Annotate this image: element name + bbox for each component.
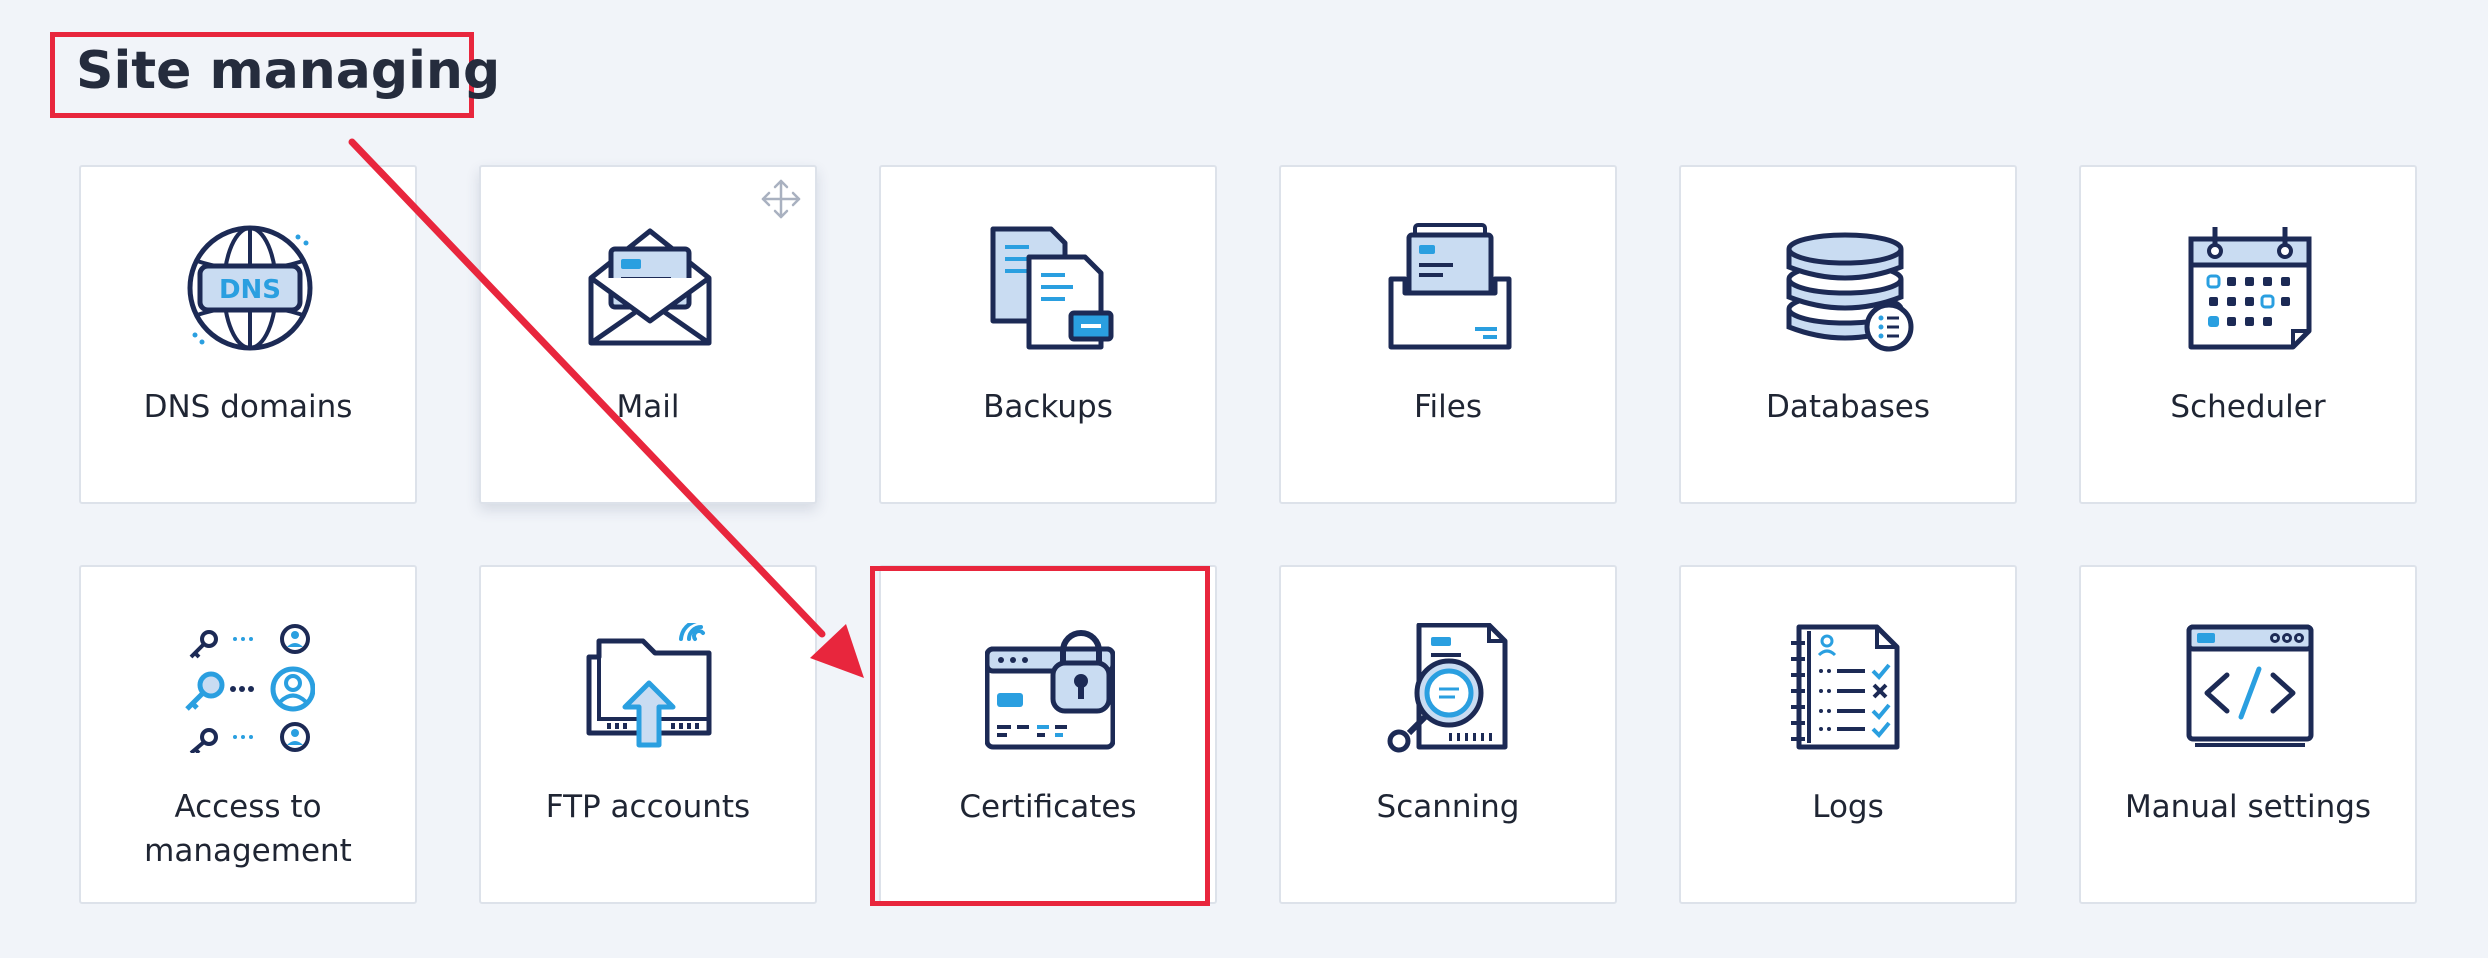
document-magnifier-icon xyxy=(1387,623,1508,753)
folder-files-icon xyxy=(1388,223,1512,350)
page-title: Site managing xyxy=(76,41,501,101)
tile-label: Backups xyxy=(983,389,1113,425)
calendar-icon xyxy=(2188,227,2312,350)
tile-label: Files xyxy=(1413,389,1483,425)
tile-access-to-management[interactable]: Access to management xyxy=(79,565,417,904)
tile-scheduler[interactable]: Scheduler xyxy=(2079,165,2417,504)
access-keys-users-icon xyxy=(185,624,315,753)
database-icon xyxy=(1786,232,1914,352)
ftp-upload-folder-icon xyxy=(586,623,712,748)
tile-databases[interactable]: Databases xyxy=(1679,165,2017,504)
tile-label: Scanning xyxy=(1376,789,1520,825)
log-notebook-icon xyxy=(1791,624,1900,750)
dns-globe-icon: DNS xyxy=(187,225,313,351)
tile-backups[interactable]: Backups xyxy=(879,165,1217,504)
mail-envelope-icon xyxy=(588,228,712,346)
tile-ftp-accounts[interactable]: FTP accounts xyxy=(479,565,817,904)
tile-logs[interactable]: Logs xyxy=(1679,565,2017,904)
certificate-lock-icon xyxy=(985,630,1115,750)
tile-label: Certificates xyxy=(959,789,1137,825)
tile-dns-domains[interactable]: DNS DNS domains xyxy=(79,165,417,504)
tile-scanning[interactable]: Scanning xyxy=(1279,565,1617,904)
tiles-grid: DNS DNS domains Mail Backups Files Datab… xyxy=(79,165,2417,904)
tile-manual-settings[interactable]: Manual settings xyxy=(2079,565,2417,904)
tile-label: FTP accounts xyxy=(545,789,751,825)
tile-label: Access to management xyxy=(144,789,352,869)
tile-certificates[interactable]: Certificates xyxy=(879,565,1217,904)
move-arrows-icon[interactable] xyxy=(759,177,803,221)
dns-icon-text: DNS xyxy=(219,275,281,305)
tile-mail[interactable]: Mail xyxy=(479,165,817,504)
tile-label: Logs xyxy=(1812,789,1884,825)
code-window-icon xyxy=(2186,624,2314,747)
tile-label: DNS domains xyxy=(143,389,353,425)
tile-label: Databases xyxy=(1765,389,1931,425)
backup-documents-icon xyxy=(990,226,1114,350)
tile-label: Mail xyxy=(616,389,680,425)
tile-label: Scheduler xyxy=(2170,389,2326,425)
tile-label: Manual settings xyxy=(2124,789,2372,825)
tile-files[interactable]: Files xyxy=(1279,165,1617,504)
